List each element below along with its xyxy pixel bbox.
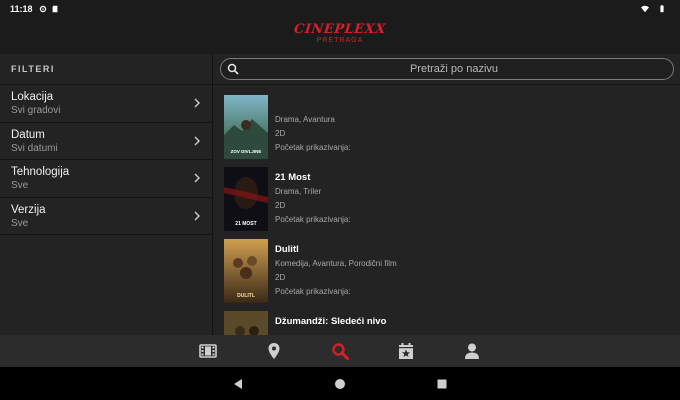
filter-label: Verzija: [11, 203, 46, 216]
movie-info: Drama, Avantura 2D Početak prikazivanja:: [275, 99, 351, 155]
movie-genre: Drama, Avantura: [275, 115, 335, 124]
search-box: [220, 58, 674, 80]
movie-title: [275, 99, 351, 113]
poster-title-text: DULITL: [237, 293, 255, 299]
bottom-navigation: [0, 335, 680, 367]
search-input[interactable]: [245, 59, 663, 79]
nav-profile[interactable]: [439, 335, 505, 367]
nav-movies[interactable]: [175, 335, 241, 367]
movie-format: 2D: [275, 129, 286, 138]
poster-title-text: 21 MOST: [235, 221, 256, 227]
movie-genre: Drama, Triler: [275, 187, 322, 196]
filter-value: Sve: [11, 180, 29, 191]
movie-poster: ZOV DIVLJINE: [224, 95, 268, 159]
cineplexx-logo: CINEPLEXX PRETRAGA: [0, 20, 680, 44]
movie-row[interactable]: ZOV DIVLJINE Drama, Avantura 2D Početak …: [214, 85, 680, 159]
filter-label: Datum: [11, 128, 45, 141]
filter-datum[interactable]: Datum Svi datumi: [0, 123, 212, 160]
app-header: CINEPLEXX PRETRAGA: [0, 17, 680, 54]
brand-name: CINEPLEXX: [293, 22, 387, 37]
filters-title: FILTERI: [0, 54, 212, 85]
film-icon: [199, 344, 217, 358]
movie-poster: [224, 311, 268, 335]
chevron-right-icon: [194, 211, 200, 220]
system-navigation-bar: [0, 367, 680, 400]
nav-calendar[interactable]: [373, 335, 439, 367]
chevron-right-icon: [194, 136, 200, 145]
movie-info: 21 Most Drama, Triler 2D Početak prikazi…: [275, 171, 351, 227]
movie-info: Dulitl Komedija, Avantura, Porodični fil…: [275, 243, 397, 299]
settings-icon: [39, 5, 46, 12]
movie-row[interactable]: Džumandži: Sledeći nivo: [214, 301, 680, 335]
back-triangle-icon: [234, 378, 242, 389]
movie-title: Džumandži: Sledeći nivo: [275, 316, 387, 327]
calendar-star-icon: [399, 343, 413, 359]
user-icon: [465, 343, 479, 359]
page-subtitle: PRETRAGA: [316, 37, 364, 44]
movie-format: 2D: [275, 273, 286, 282]
movie-format: 2D: [275, 201, 286, 210]
chevron-right-icon: [194, 98, 200, 108]
nav-locations[interactable]: [241, 335, 307, 367]
nav-search[interactable]: [307, 335, 373, 367]
chevron-right-icon: [194, 173, 200, 183]
recents-button[interactable]: [435, 377, 449, 391]
filter-verzija[interactable]: Verzija Sve: [0, 198, 212, 235]
sd-card-icon: [52, 5, 57, 12]
results-panel: ZOV DIVLJINE Drama, Avantura 2D Početak …: [214, 54, 680, 335]
filter-lokacija[interactable]: Lokacija Svi gradovi: [0, 85, 212, 123]
battery-icon: [660, 4, 664, 12]
poster-title-text: ZOV DIVLJINE: [231, 149, 262, 154]
movie-start-label: Početak prikazivanja:: [275, 287, 351, 296]
location-pin-icon: [268, 343, 280, 359]
search-icon: [332, 343, 349, 360]
filter-tehnologija[interactable]: Tehnologija Sve: [0, 160, 212, 198]
movie-row[interactable]: 21 MOST 21 Most Drama, Triler 2D Početak…: [214, 157, 680, 231]
app-screen: 11:18 CINEPLEXX PRETRAGA FILTERI Lokacij…: [0, 0, 680, 400]
movie-start-label: Početak prikazivanja:: [275, 215, 351, 224]
home-button[interactable]: [333, 377, 347, 391]
movie-start-label: Početak prikazivanja:: [275, 143, 351, 152]
filters-panel: FILTERI Lokacija Svi gradovi Datum Svi d…: [0, 54, 213, 335]
filter-value: Svi datumi: [11, 142, 58, 154]
filter-label: Tehnologija: [11, 166, 70, 178]
movie-genre: Komedija, Avantura, Porodični film: [275, 259, 397, 268]
status-time: 11:18: [10, 3, 33, 14]
status-bar: 11:18: [0, 0, 680, 17]
movie-title: 21 Most: [275, 172, 311, 183]
search-icon: [227, 63, 239, 75]
search-bar: [214, 54, 680, 85]
home-circle-icon: [335, 378, 345, 389]
movie-title: Dulitl: [275, 244, 299, 255]
wifi-icon: [641, 5, 649, 12]
movie-poster: DULITL: [224, 239, 268, 303]
back-button[interactable]: [231, 377, 245, 391]
filter-value: Sve: [11, 217, 29, 229]
movie-info: Džumandži: Sledeći nivo: [275, 315, 386, 329]
movie-poster: 21 MOST: [224, 167, 268, 231]
filter-value: Svi gradovi: [11, 105, 61, 116]
movie-row[interactable]: DULITL Dulitl Komedija, Avantura, Porodi…: [214, 229, 680, 303]
recents-square-icon: [437, 379, 447, 388]
filter-label: Lokacija: [11, 91, 54, 103]
